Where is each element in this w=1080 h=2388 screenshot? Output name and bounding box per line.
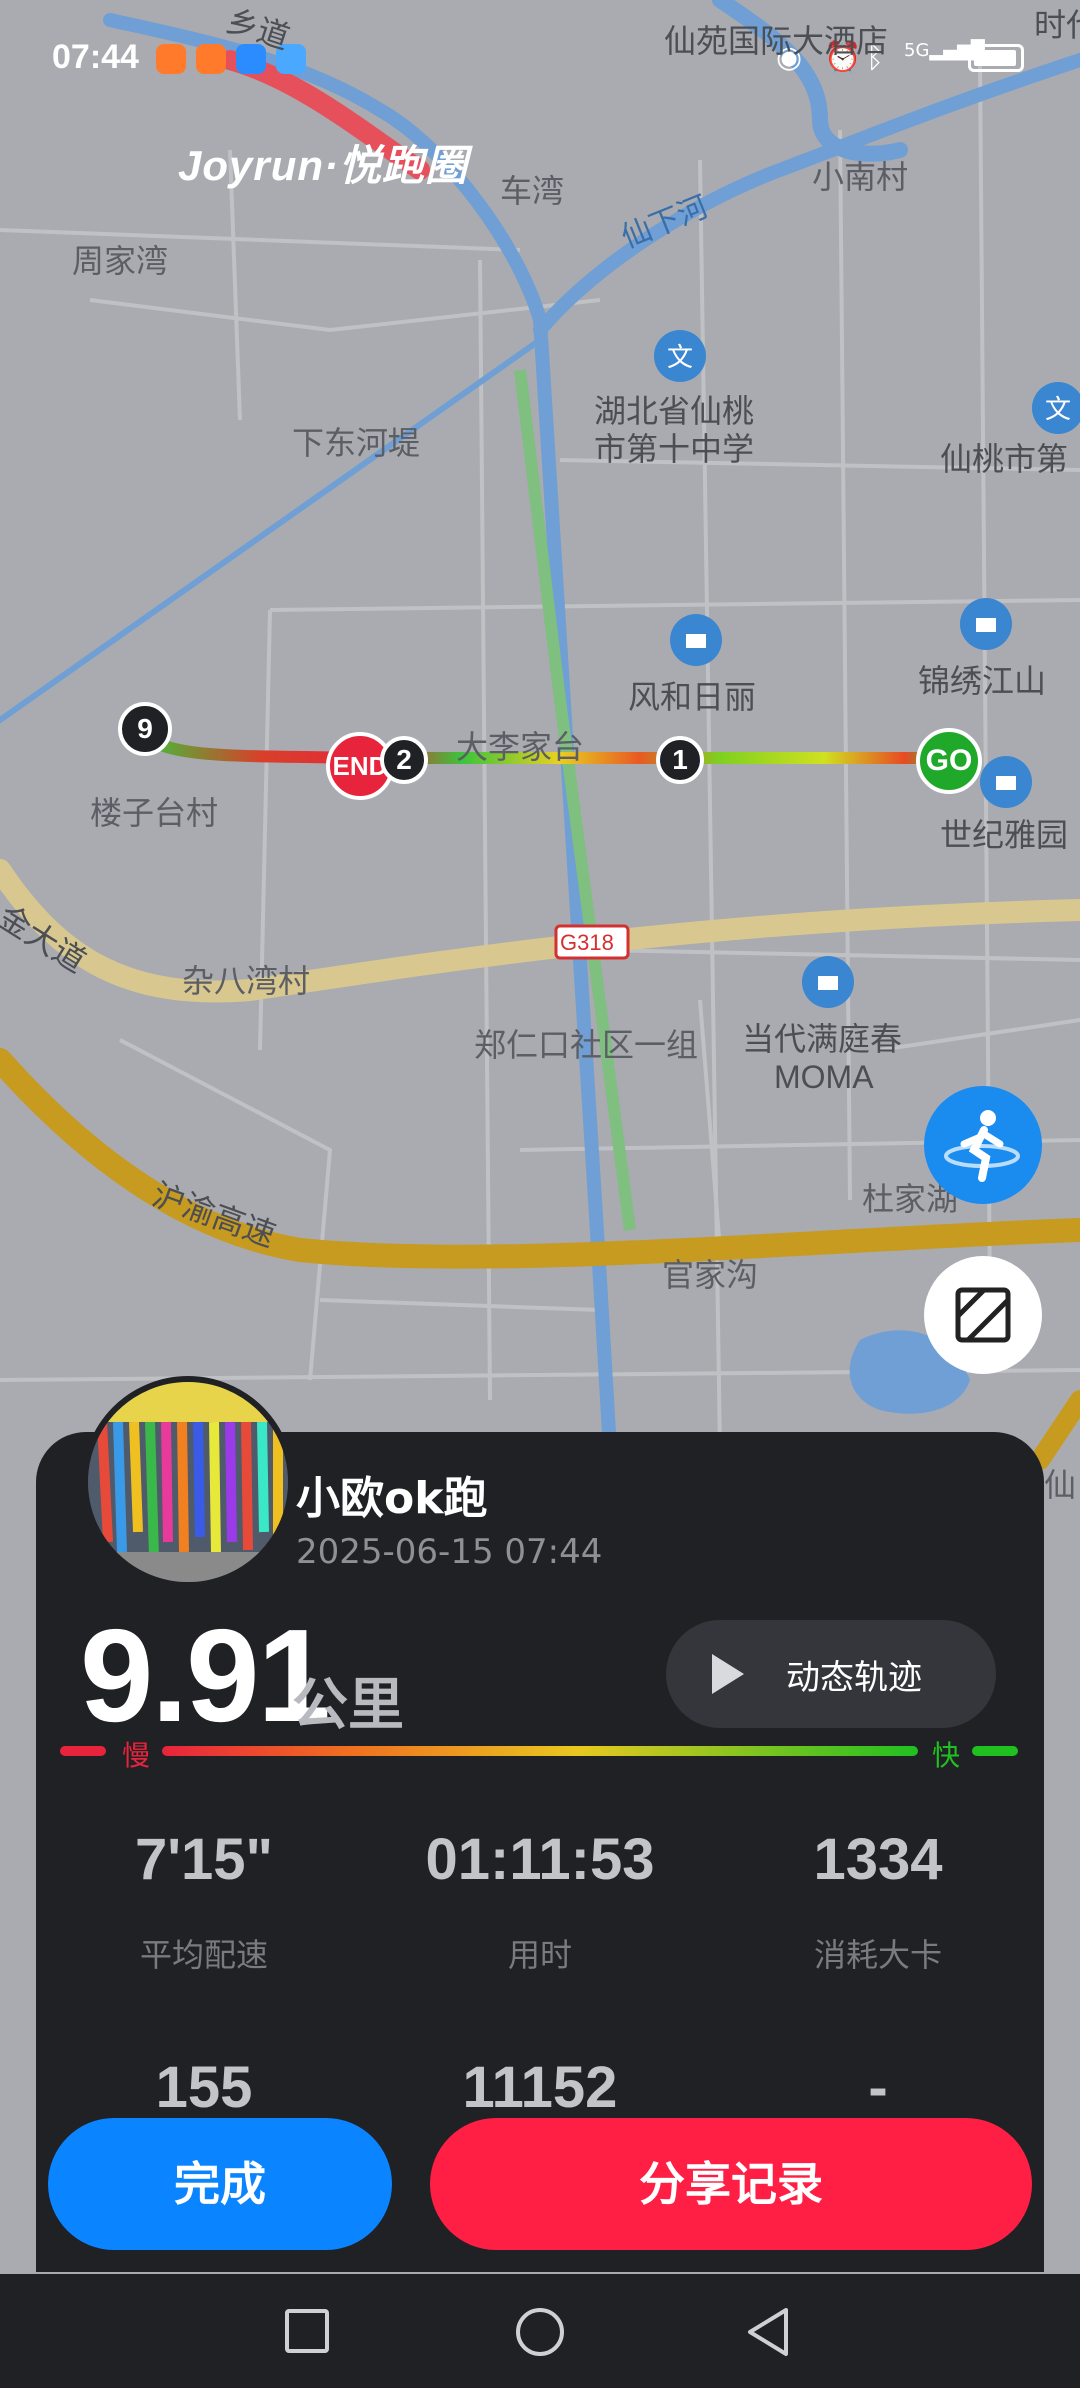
map-label: 当代满庭春 bbox=[742, 1020, 903, 1058]
map-label: 下东河堤 bbox=[292, 424, 421, 462]
playback-label: 动态轨迹 bbox=[786, 1658, 922, 1698]
km-marker-1: 1 bbox=[656, 736, 704, 784]
speed-slow-label: 慢 bbox=[122, 1739, 151, 1772]
map-label: 市第十中学 bbox=[594, 430, 755, 468]
calories-label: 消耗大卡 bbox=[813, 1936, 942, 1974]
avatar[interactable] bbox=[82, 1376, 294, 1588]
run-datetime: 2025-06-15 07:44 bbox=[296, 1532, 603, 1572]
status-time: 07:44 bbox=[52, 38, 139, 76]
app-icon-a bbox=[156, 44, 186, 74]
runner-icon bbox=[944, 1110, 1020, 1182]
map-label: 仙苑国际大酒店 bbox=[664, 22, 889, 60]
map-label: 杂八湾村 bbox=[182, 962, 311, 1000]
map-label: 时代 bbox=[1034, 6, 1080, 44]
school-poi-icon: 文 bbox=[654, 330, 706, 382]
username[interactable]: 小欧ok跑 bbox=[296, 1462, 488, 1526]
km-marker-9: 9 bbox=[118, 702, 172, 756]
route-playback-button[interactable]: 动态轨迹 bbox=[666, 1620, 996, 1728]
speed-gradient-bar bbox=[162, 1746, 918, 1756]
map-layer-icon bbox=[955, 1287, 1011, 1343]
map-label: 官家沟 bbox=[662, 1256, 759, 1294]
map-label: 车湾 bbox=[500, 172, 565, 210]
avg-pace-value: 7'15" bbox=[134, 1827, 274, 1892]
start-marker: GO bbox=[916, 728, 982, 794]
cadence-value: - bbox=[868, 2055, 888, 2120]
speed-fast-swatch bbox=[972, 1746, 1018, 1756]
map-label: 郑仁口社区一组 bbox=[474, 1026, 699, 1064]
network-type: 5G bbox=[904, 40, 930, 61]
done-button[interactable]: 完成 bbox=[48, 2118, 392, 2250]
recents-square-icon[interactable] bbox=[284, 2308, 330, 2354]
runner-button[interactable] bbox=[924, 1086, 1042, 1204]
battery-icon bbox=[968, 44, 1024, 72]
heart-rate-value: 155 bbox=[155, 2055, 253, 2120]
map-label: 小南村 bbox=[812, 158, 909, 196]
map-label: MOMA bbox=[774, 1059, 874, 1095]
g318-label: G318 bbox=[560, 930, 614, 955]
app-icon-b bbox=[196, 44, 226, 74]
map-style-button[interactable] bbox=[924, 1256, 1042, 1374]
system-nav-bar bbox=[0, 2274, 1080, 2388]
steps-value: 11152 bbox=[462, 2055, 618, 2120]
back-triangle-icon[interactable] bbox=[744, 2306, 792, 2358]
avg-pace-label: 平均配速 bbox=[139, 1936, 268, 1974]
svg-text:文: 文 bbox=[1045, 395, 1071, 425]
map-label: 仙桃市第 bbox=[940, 440, 1069, 478]
map-label: 楼子台村 bbox=[90, 794, 219, 832]
speed-fast-label: 快 bbox=[932, 1739, 961, 1772]
duration-value: 01:11:53 bbox=[425, 1827, 655, 1892]
map-label: 仙 bbox=[1044, 1466, 1077, 1504]
map-label: 锦绣江山 bbox=[918, 662, 1047, 700]
home-circle-icon[interactable] bbox=[514, 2306, 566, 2358]
distance-unit: 公里 bbox=[292, 1673, 404, 1738]
map-label: 周家湾 bbox=[72, 242, 169, 280]
map-label: 风和日丽 bbox=[628, 678, 757, 716]
speed-slow-swatch bbox=[60, 1746, 106, 1756]
map-label: 世纪雅园 bbox=[940, 816, 1069, 854]
svg-text:文: 文 bbox=[667, 343, 693, 373]
status-bar: 07:44 ◉ ⏰ ᛒ 5G▂▄▆█ bbox=[0, 0, 1080, 120]
map-label: 湖北省仙桃 bbox=[594, 392, 755, 430]
km-marker-2: 2 bbox=[380, 736, 428, 784]
share-record-button[interactable]: 分享记录 bbox=[430, 2118, 1032, 2250]
calories-value: 1334 bbox=[813, 1827, 943, 1892]
brand-logo: Joyrun·悦跑圈 bbox=[178, 142, 469, 189]
medals-photo bbox=[88, 1382, 288, 1582]
play-icon bbox=[712, 1654, 744, 1694]
duration-label: 用时 bbox=[507, 1936, 572, 1974]
map-label: 大李家台 bbox=[456, 728, 585, 766]
